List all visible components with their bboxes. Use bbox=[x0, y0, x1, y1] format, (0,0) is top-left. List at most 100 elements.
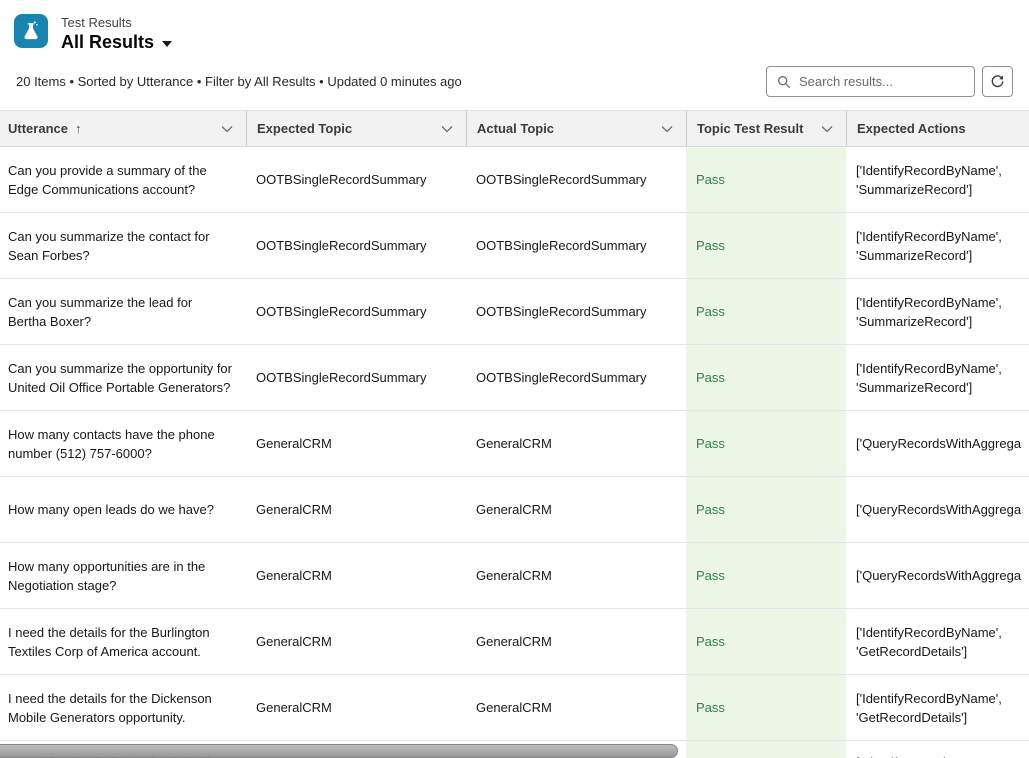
cell-actual-topic-text: GeneralCRM bbox=[476, 566, 552, 585]
cell-expected-topic: OOTBSingleRecordSummary bbox=[246, 213, 466, 278]
cell-expected-actions: ['QueryRecordsWithAggrega bbox=[846, 477, 1029, 542]
cell-expected-topic: GeneralCRM bbox=[246, 609, 466, 674]
cell-topic-test-result-text: Pass bbox=[696, 368, 725, 387]
cell-expected-actions: ['IdentifyRecordByName', 'GetRecordDetai… bbox=[846, 675, 1029, 740]
cell-utterance-text: Can you summarize the opportunity for Un… bbox=[8, 359, 234, 397]
cell-expected-actions: ['QueryRecordsWithAggrega bbox=[846, 411, 1029, 476]
chevron-down-icon[interactable] bbox=[660, 123, 674, 135]
cell-topic-test-result: Pass bbox=[686, 543, 846, 608]
table-row[interactable]: Can you summarize the opportunity for Un… bbox=[0, 345, 1029, 411]
cell-expected-topic: GeneralCRM bbox=[246, 411, 466, 476]
cell-actual-topic: GeneralCRM bbox=[466, 543, 686, 608]
table-row[interactable]: How many open leads do we have? GeneralCR… bbox=[0, 477, 1029, 543]
chevron-down-icon[interactable] bbox=[220, 123, 234, 135]
column-header-topic-test-result[interactable]: Topic Test Result bbox=[686, 111, 846, 146]
table-row[interactable]: Can you summarize the lead for Bertha Bo… bbox=[0, 279, 1029, 345]
table-row[interactable]: How many contacts have the phone number … bbox=[0, 411, 1029, 477]
cell-expected-topic: GeneralCRM bbox=[246, 477, 466, 542]
cell-utterance: How many open leads do we have? bbox=[0, 477, 246, 542]
cell-expected-topic: GeneralCRM bbox=[246, 543, 466, 608]
cell-expected-topic-text: GeneralCRM bbox=[256, 698, 332, 717]
horizontal-scrollbar-thumb[interactable] bbox=[0, 744, 678, 758]
cell-topic-test-result-text: Pass bbox=[696, 170, 725, 189]
cell-expected-actions: ['IdentifyRecordByName', 'SummarizeRecor… bbox=[846, 279, 1029, 344]
cell-utterance-text: Can you provide a summary of the Edge Co… bbox=[8, 161, 234, 199]
chevron-down-icon bbox=[162, 41, 172, 47]
list-view-selector[interactable]: All Results bbox=[61, 32, 172, 53]
cell-topic-test-result: Pass bbox=[686, 147, 846, 212]
cell-expected-topic-text: OOTBSingleRecordSummary bbox=[256, 170, 427, 189]
table-body: Can you provide a summary of the Edge Co… bbox=[0, 147, 1029, 758]
cell-topic-test-result: Pass bbox=[686, 345, 846, 410]
refresh-button[interactable] bbox=[982, 66, 1013, 97]
cell-actual-topic-text: GeneralCRM bbox=[476, 500, 552, 519]
cell-expected-actions: ['IdentifyRecordByName', bbox=[846, 741, 1029, 758]
search-input[interactable] bbox=[799, 74, 975, 89]
cell-expected-actions-text: ['IdentifyRecordByName', 'GetRecordDetai… bbox=[856, 623, 1017, 661]
cell-utterance: Can you summarize the opportunity for Un… bbox=[0, 345, 246, 410]
column-header-expected-topic[interactable]: Expected Topic bbox=[246, 111, 466, 146]
column-label: Actual Topic bbox=[477, 121, 554, 136]
cell-utterance-text: How many open leads do we have? bbox=[8, 500, 214, 519]
cell-utterance-text: I need the details for the Dickenson Mob… bbox=[8, 689, 234, 727]
cell-expected-actions-text: ['IdentifyRecordByName', bbox=[856, 753, 1002, 758]
cell-expected-topic-text: GeneralCRM bbox=[256, 566, 332, 585]
test-results-page: Test Results All Results 20 Items • Sort… bbox=[0, 0, 1029, 758]
cell-utterance: Can you summarize the lead for Bertha Bo… bbox=[0, 279, 246, 344]
cell-actual-topic: OOTBSingleRecordSummary bbox=[466, 147, 686, 212]
flask-icon bbox=[14, 14, 48, 48]
cell-topic-test-result: Pass bbox=[686, 411, 846, 476]
cell-topic-test-result: Pass bbox=[686, 675, 846, 740]
cell-topic-test-result-text: Pass bbox=[696, 434, 725, 453]
cell-topic-test-result-text: Pass bbox=[696, 302, 725, 321]
search-box[interactable] bbox=[766, 66, 975, 97]
column-header-utterance[interactable]: Utterance ↑ bbox=[0, 111, 246, 146]
column-label: Expected Actions bbox=[857, 121, 966, 136]
column-label: Utterance bbox=[8, 121, 68, 136]
table-row[interactable]: How many opportunities are in the Negoti… bbox=[0, 543, 1029, 609]
cell-expected-actions-text: ['QueryRecordsWithAggrega bbox=[856, 434, 1021, 453]
cell-utterance: I need the details for the Dickenson Mob… bbox=[0, 675, 246, 740]
cell-expected-topic: OOTBSingleRecordSummary bbox=[246, 279, 466, 344]
cell-topic-test-result: Pass bbox=[686, 609, 846, 674]
cell-expected-topic-text: GeneralCRM bbox=[256, 632, 332, 651]
cell-expected-topic: OOTBSingleRecordSummary bbox=[246, 345, 466, 410]
cell-expected-actions-text: ['IdentifyRecordByName', 'GetRecordDetai… bbox=[856, 689, 1017, 727]
cell-topic-test-result-text: Pass bbox=[696, 500, 725, 519]
cell-expected-topic-text: GeneralCRM bbox=[256, 500, 332, 519]
table-row[interactable]: I need the details for the Dickenson Mob… bbox=[0, 675, 1029, 741]
cell-utterance-text: How many opportunities are in the Negoti… bbox=[8, 557, 234, 595]
cell-utterance-text: Can you summarize the lead for Bertha Bo… bbox=[8, 293, 234, 331]
table-row[interactable]: I need the details for the Burlington Te… bbox=[0, 609, 1029, 675]
cell-actual-topic-text: OOTBSingleRecordSummary bbox=[476, 170, 647, 189]
cell-utterance-text: How many contacts have the phone number … bbox=[8, 425, 234, 463]
cell-utterance: I need the details for the Burlington Te… bbox=[0, 609, 246, 674]
column-header-expected-actions[interactable]: Expected Actions bbox=[846, 111, 1029, 146]
cell-utterance-text: I need the details for the Burlington Te… bbox=[8, 623, 234, 661]
cell-actual-topic: OOTBSingleRecordSummary bbox=[466, 279, 686, 344]
table-row[interactable]: Can you provide a summary of the Edge Co… bbox=[0, 147, 1029, 213]
cell-actual-topic-text: GeneralCRM bbox=[476, 632, 552, 651]
view-label: All Results bbox=[61, 32, 154, 53]
column-label: Topic Test Result bbox=[697, 121, 803, 136]
cell-expected-actions: ['IdentifyRecordByName', 'SummarizeRecor… bbox=[846, 147, 1029, 212]
cell-expected-topic-text: GeneralCRM bbox=[256, 434, 332, 453]
cell-expected-actions: ['IdentifyRecordByName', 'GetRecordDetai… bbox=[846, 609, 1029, 674]
column-header-actual-topic[interactable]: Actual Topic bbox=[466, 111, 686, 146]
cell-expected-topic: OOTBSingleRecordSummary bbox=[246, 147, 466, 212]
cell-topic-test-result: Pass bbox=[686, 477, 846, 542]
chevron-down-icon[interactable] bbox=[820, 123, 834, 135]
cell-expected-actions: ['IdentifyRecordByName', 'SummarizeRecor… bbox=[846, 213, 1029, 278]
cell-topic-test-result-text: Pass bbox=[696, 566, 725, 585]
cell-utterance: Can you summarize the contact for Sean F… bbox=[0, 213, 246, 278]
cell-actual-topic: OOTBSingleRecordSummary bbox=[466, 213, 686, 278]
cell-expected-topic: GeneralCRM bbox=[246, 675, 466, 740]
cell-actual-topic: GeneralCRM bbox=[466, 411, 686, 476]
object-label: Test Results bbox=[61, 15, 172, 31]
list-summary: 20 Items • Sorted by Utterance • Filter … bbox=[14, 74, 462, 89]
chevron-down-icon[interactable] bbox=[440, 123, 454, 135]
cell-actual-topic-text: OOTBSingleRecordSummary bbox=[476, 368, 647, 387]
cell-expected-actions: ['IdentifyRecordByName', 'SummarizeRecor… bbox=[846, 345, 1029, 410]
table-header: Utterance ↑ Expected Topic Actual Topic … bbox=[0, 110, 1029, 147]
table-row[interactable]: Can you summarize the contact for Sean F… bbox=[0, 213, 1029, 279]
